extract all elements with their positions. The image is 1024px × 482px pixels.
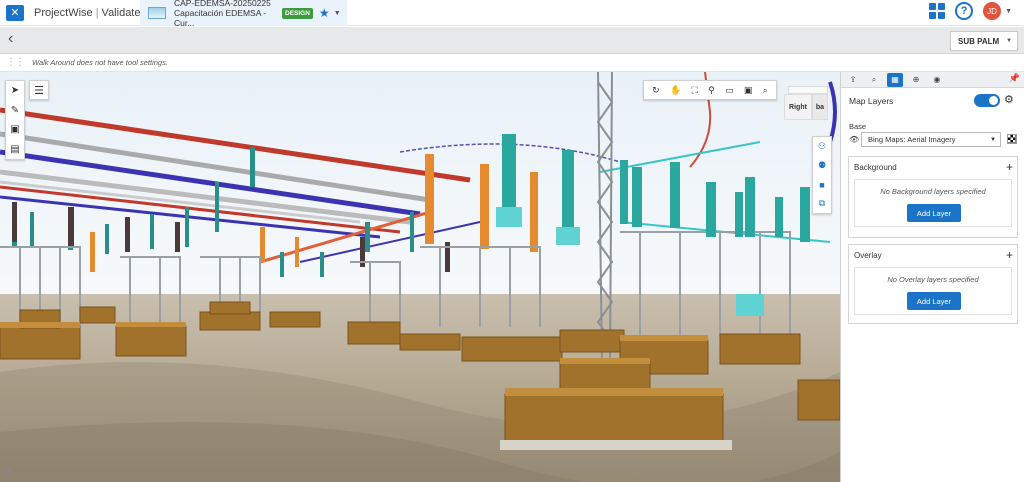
grip-icon[interactable]: ⋮⋮ [6,57,25,68]
view-cube-right[interactable]: Right [784,94,812,120]
people-icon[interactable]: ⚉ [818,160,826,171]
tab-upload-icon[interactable]: ⇪ [845,73,861,87]
base-map-select[interactable]: Bing Maps: Aerial Imagery ▼ [861,132,1001,147]
map-layers-panel: ⇪ ⌕ ▦ ⊕ ◉ 📌 Map Layers ⚙ Base 👁 Bing Map… [840,72,1024,482]
nav-bar: ‹ SUB PALM ▼ [0,27,1024,54]
walk-icon[interactable]: ⚲ [708,85,715,96]
menu-icon[interactable]: ☰ [29,80,49,100]
measure-toolbar: ➤ ✎ ▣ ▤ [5,80,25,160]
split-icon[interactable]: ⧉ [819,198,825,209]
apps-grid-icon[interactable] [929,3,946,19]
background-empty-text: No Background layers specified [880,187,986,196]
back-arrow-icon[interactable]: ‹ [8,30,13,48]
project-tab[interactable]: CAP-EDEMSA-20250225 Capacitación EDEMSA … [140,0,347,28]
tool-settings-bar: ⋮⋮ Walk Around does not have tool settin… [0,54,1024,72]
3d-viewport[interactable]: ➤ ✎ ▣ ▤ ☰ ↻ ✋ ⛶ ⚲ ▭ ▣ ⌕ Right ba ⚇ ⚉ ■ ⧉… [0,72,840,482]
pan-icon[interactable]: ✋ [670,85,681,96]
app-name: ProjectWise [34,6,93,19]
tab-map-layers-icon[interactable]: ▦ [887,72,903,87]
rotate-icon[interactable]: ↻ [652,85,660,96]
view-cube[interactable]: Right ba [784,86,830,122]
project-name: Capacitación EDEMSA - Cur... [174,8,267,28]
navigation-toolbar: ↻ ✋ ⛶ ⚲ ▭ ▣ ⌕ [643,80,777,100]
substation-scene [0,72,840,482]
walk-person-icon[interactable]: ⚇ [818,141,826,152]
video-icon[interactable]: ■ [819,180,824,190]
background-title: Background [854,163,897,172]
chevron-down-icon[interactable]: ▼ [334,10,341,17]
background-section: Background + No Background layers specif… [848,156,1018,238]
add-background-plus-icon[interactable]: + [1006,160,1013,174]
model-select-value: SUB PALM [958,36,1000,46]
tab-layers-icon[interactable]: ◉ [929,73,945,87]
add-background-layer-button[interactable]: Add Layer [907,204,961,222]
model-select[interactable]: SUB PALM ▼ [950,31,1018,51]
base-map-value: Bing Maps: Aerial Imagery [868,135,956,144]
chevron-down-icon: ▼ [1006,38,1012,44]
overlay-empty-text: No Overlay layers specified [887,275,979,284]
view-cube-back[interactable]: ba [812,94,828,120]
chevron-down-icon: ▼ [990,136,996,143]
avatar[interactable]: JD [983,2,1002,20]
tab-search-icon[interactable]: ⌕ [866,73,882,87]
map-layers-toggle[interactable] [974,94,1000,107]
eye-icon[interactable]: 👁 [849,135,859,144]
viewport-side-toolbar: ⚇ ⚉ ■ ⧉ [812,136,832,214]
star-icon[interactable]: ★ [319,6,330,20]
project-code: CAP-EDEMSA-20250225 [174,0,271,8]
background-list: No Background layers specified Add Layer [854,179,1012,227]
tab-globe-icon[interactable]: ⊕ [908,73,924,87]
gear-icon[interactable]: ⚙ [1004,93,1014,106]
window-area-icon[interactable]: ▭ [725,85,734,96]
pin-icon[interactable]: 📌 [1009,73,1020,84]
base-label: Base [849,122,867,131]
camera-icon[interactable]: ▣ [744,85,753,96]
map-layers-title: Map Layers [849,96,894,106]
add-overlay-layer-button[interactable]: Add Layer [907,292,961,310]
tool-settings-message: Walk Around does not have tool settings. [32,58,168,67]
help-icon[interactable]: ? [955,2,974,20]
design-badge: DESIGN [282,7,313,19]
add-overlay-plus-icon[interactable]: + [1006,248,1013,262]
overlay-list: No Overlay layers specified Add Layer [854,267,1012,315]
trash-icon[interactable]: ▤ [10,144,19,155]
section-icon[interactable]: ▣ [10,124,19,135]
compass-icon[interactable]: ◈ [5,465,13,476]
panel-tabs: ⇪ ⌕ ▦ ⊕ ◉ 📌 [841,72,1024,88]
top-bar: ✕ ProjectWise | Validate CAP-EDEMSA-202502… [0,0,1024,28]
zoom-icon[interactable]: ⌕ [763,85,768,96]
overlay-section: Overlay + No Overlay layers specified Ad… [848,244,1018,324]
project-thumbnail-icon [148,7,166,19]
app-module: Validate [101,6,141,19]
view-cube-top[interactable] [788,86,828,94]
app-title: ProjectWise | Validate [34,6,141,19]
avatar-chevron-icon[interactable]: ▼ [1005,8,1012,15]
cursor-icon[interactable]: ➤ [11,85,19,96]
fit-view-icon[interactable]: ⛶ [692,85,698,96]
overlay-title: Overlay [854,251,882,260]
app-logo-icon[interactable]: ✕ [0,0,30,26]
transparency-icon[interactable] [1007,134,1017,144]
measure-icon[interactable]: ✎ [11,105,19,116]
